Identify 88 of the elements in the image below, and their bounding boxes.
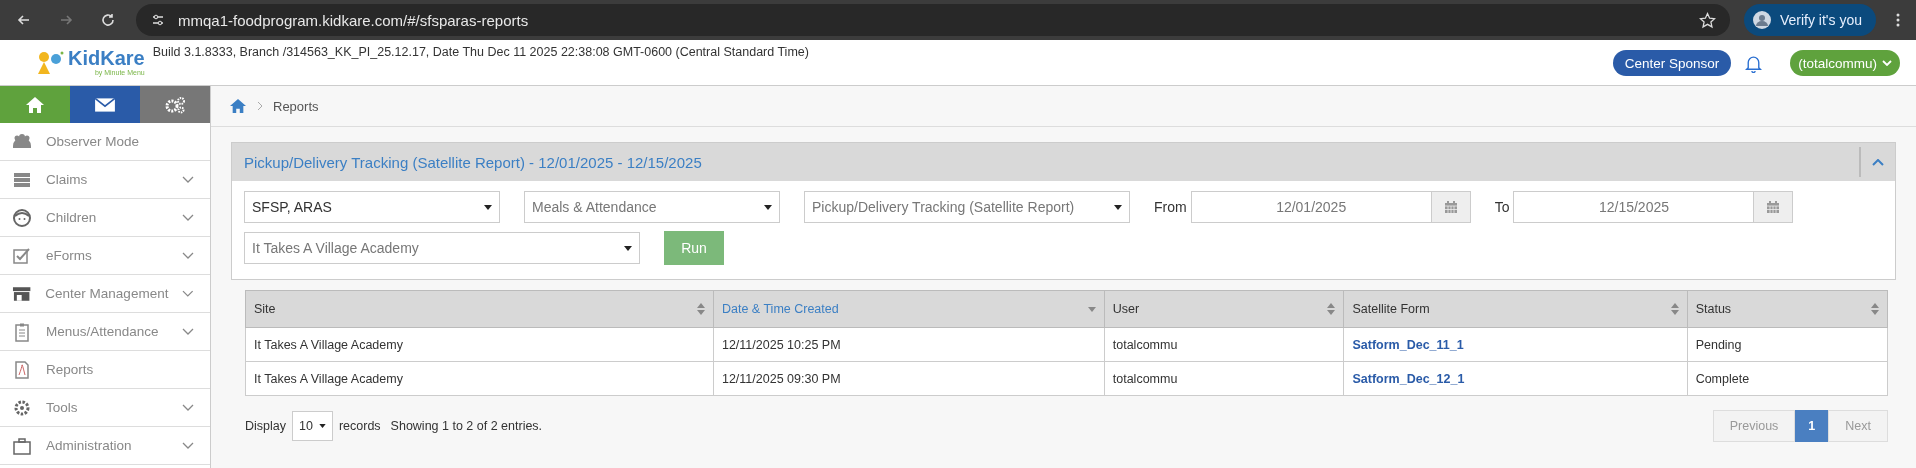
column-header[interactable]: Satellite Form	[1343, 290, 1688, 328]
column-header[interactable]: Date & Time Created	[713, 290, 1105, 328]
display-label: Display	[245, 419, 286, 433]
caret-icon	[624, 245, 632, 251]
reload-icon[interactable]	[100, 12, 116, 28]
records-label: records	[338, 419, 381, 433]
date-field[interactable]: 12/01/2025	[1190, 191, 1471, 223]
calendar-icon	[1766, 200, 1781, 214]
calendar-icon	[1443, 200, 1458, 214]
star-icon[interactable]	[1698, 11, 1716, 29]
select-field[interactable]: SFSP, ARAS	[244, 191, 500, 223]
caret-icon	[764, 204, 772, 210]
chevron-down-icon	[182, 442, 194, 449]
caret-icon	[318, 424, 326, 428]
sidebar-tab[interactable]	[140, 86, 210, 123]
sidebar-item[interactable]: Claims	[0, 161, 210, 199]
avatar-icon	[1751, 10, 1772, 30]
sidebar-item[interactable]: Reports	[0, 351, 210, 389]
sponsor-button[interactable]: Center Sponsor	[1612, 50, 1732, 76]
select-field[interactable]: Meals & Attendance	[524, 191, 780, 223]
breadcrumb-item: Reports	[273, 98, 319, 114]
table-cell: 12/11/2025 09:30 PM	[721, 371, 841, 386]
sidebar-item[interactable]: Administration	[0, 427, 210, 465]
chevron-down-icon	[182, 214, 194, 221]
more-icon[interactable]	[1896, 12, 1900, 28]
sidebar-tab[interactable]	[0, 86, 70, 123]
logo-icon	[36, 49, 66, 76]
table-cell: Pending	[1695, 337, 1742, 352]
column-header[interactable]: Status	[1687, 290, 1888, 328]
chevron-down-icon	[1882, 60, 1892, 66]
table-cell: Complete	[1695, 371, 1750, 386]
select-field[interactable]: It Takes A Village Academy	[244, 232, 640, 264]
sort-icon	[1327, 303, 1336, 315]
clipboard-icon	[12, 321, 32, 342]
to-label: To	[1494, 199, 1510, 215]
pager-button[interactable]: Previous	[1712, 410, 1796, 442]
caret-icon	[484, 204, 492, 210]
column-header[interactable]: Site	[245, 290, 714, 328]
table-cell: totalcommu	[1112, 337, 1178, 352]
tune-icon	[150, 12, 166, 28]
bell-icon[interactable]	[1745, 53, 1763, 73]
sidebar-item[interactable]: eForms	[0, 237, 210, 275]
sidebar-tab[interactable]	[70, 86, 140, 123]
entries-summary: Showing 1 to 2 of 2 entries.	[390, 419, 543, 433]
user-menu[interactable]: (totalcommu)	[1790, 50, 1900, 76]
logo-text: KidKare	[68, 48, 145, 68]
chevron-up-icon	[1872, 158, 1884, 166]
sort-icon	[1670, 303, 1679, 315]
caret-icon	[1114, 204, 1122, 210]
build-info: Build 3.1.8333, Branch /314563_KK_PI_25.12.17, Date Thu Dec 11 2025 22:38:08 GMT-0600 (Central Standard Time)	[152, 45, 809, 59]
chevron-right-icon	[257, 101, 263, 111]
page-button[interactable]: 1	[1795, 410, 1829, 442]
sort-icon	[696, 303, 705, 315]
table-cell: It Takes A Village Academy	[254, 337, 403, 352]
gears-icon	[164, 95, 186, 114]
panel-title: Pickup/Delivery Tracking (Satellite Report) - 12/01/2025 - 12/15/2025	[244, 153, 703, 171]
chevron-down-icon	[182, 404, 194, 411]
pager-button[interactable]: Next	[1828, 410, 1888, 442]
briefcase-icon	[12, 435, 32, 456]
table-cell: 12/11/2025 10:25 PM	[721, 337, 841, 352]
sort-icon	[1871, 303, 1879, 315]
sidebar-item[interactable]: Tools	[0, 389, 210, 427]
chevron-down-icon	[182, 328, 194, 335]
table-cell: totalcommu	[1112, 371, 1178, 386]
sidebar-item[interactable]: Children	[0, 199, 210, 237]
address-bar[interactable]: mmqa1-foodprogram.kidkare.com/#/sfsparas-reports	[136, 4, 1730, 36]
form-link[interactable]: Satform_Dec_12_1	[1352, 371, 1465, 386]
chevron-down-icon	[182, 290, 194, 297]
sort-desc-icon	[1087, 306, 1096, 312]
home-icon[interactable]	[229, 98, 247, 114]
from-label: From	[1154, 199, 1187, 215]
sidebar-item[interactable]: Observer Mode	[0, 123, 210, 161]
column-header[interactable]: User	[1104, 290, 1344, 328]
url-text: mmqa1-foodprogram.kidkare.com/#/sfsparas-reports	[178, 11, 530, 29]
select-field[interactable]: Pickup/Delivery Tracking (Satellite Report)	[804, 191, 1130, 223]
table-cell: It Takes A Village Academy	[254, 371, 403, 386]
date-field[interactable]: 12/15/2025	[1513, 191, 1794, 223]
sidebar-item[interactable]: Center Management	[0, 275, 210, 313]
home-icon	[24, 95, 46, 114]
pdf-icon	[12, 359, 32, 380]
chevron-down-icon	[182, 176, 194, 183]
page-size-select[interactable]: 10	[292, 411, 333, 441]
mail-icon	[94, 95, 116, 114]
form-link[interactable]: Satform_Dec_11_1	[1352, 337, 1464, 352]
sidebar-item[interactable]: Menus/Attendance	[0, 313, 210, 351]
face-icon	[12, 207, 32, 228]
chevron-down-icon	[182, 252, 194, 259]
profile-button[interactable]: Verify it's you	[1743, 4, 1876, 36]
